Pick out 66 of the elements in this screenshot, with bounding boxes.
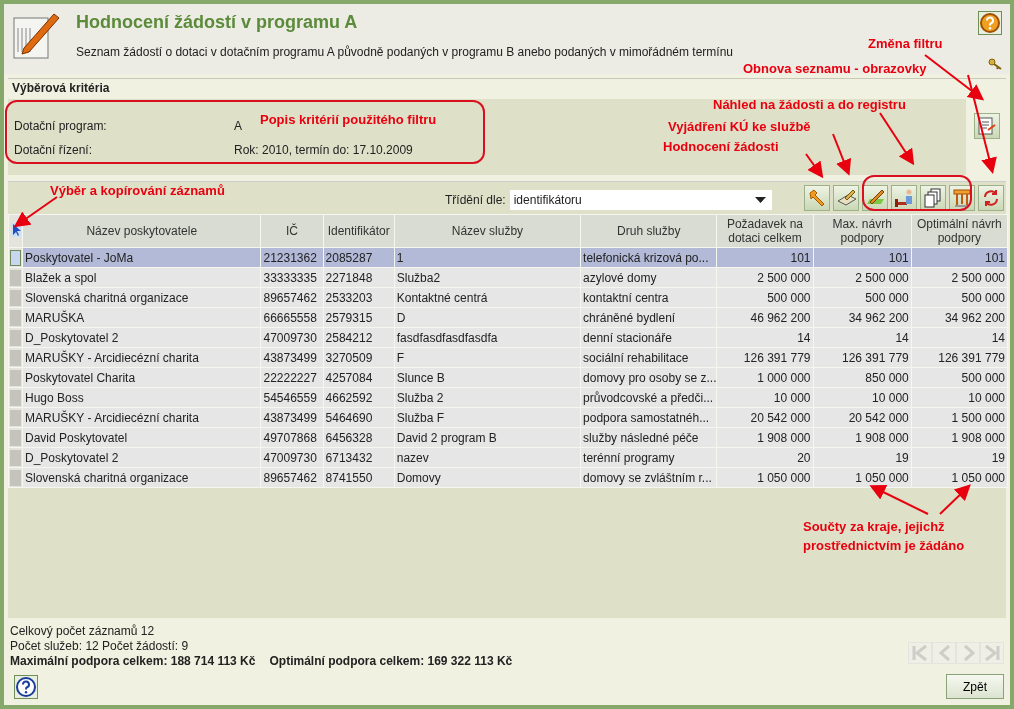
dropdown-icon xyxy=(754,197,766,203)
back-button[interactable]: Zpět xyxy=(946,674,1004,699)
row-selector[interactable] xyxy=(10,389,21,406)
annotation-text: Součty za kraje, jejichž xyxy=(803,519,945,534)
help-icon[interactable] xyxy=(14,674,38,699)
summary-text: Celkový počet záznamů 12 xyxy=(10,624,156,638)
toolbar-button[interactable] xyxy=(891,185,917,211)
annotation-arrow xyxy=(805,153,824,179)
column-header[interactable]: Max. návrh podpory xyxy=(813,214,912,248)
row-selector[interactable] xyxy=(10,329,21,346)
annotation-arrow xyxy=(879,112,915,166)
total-text: Optimální podpora celkem: 169 322 113 Kč xyxy=(269,654,513,668)
row-selector[interactable] xyxy=(10,269,21,286)
annotation-text: Popis kritérií použitého filtru xyxy=(260,112,437,127)
row-selector[interactable] xyxy=(10,249,21,266)
annotation-text: Obnova seznamu - obrazovky xyxy=(743,61,927,76)
row-selector[interactable] xyxy=(10,449,21,466)
annotation-text: Hodnocení žádosti xyxy=(663,139,779,154)
annotation-arrow xyxy=(939,484,971,515)
annotation-text: Výběr a kopírování záznamů xyxy=(50,183,225,198)
column-header[interactable]: IČ xyxy=(261,214,324,248)
documents-icon xyxy=(922,187,944,209)
annotation-text: Náhled na žádosti a do registru xyxy=(713,97,906,112)
toolbar-button[interactable] xyxy=(862,185,888,211)
filter-button[interactable] xyxy=(974,113,1000,139)
summary-text: Počet služeb: 12 Počet žádostí: 9 xyxy=(10,639,190,653)
criteria-label: Dotační řízení: xyxy=(14,143,94,157)
total-text: Maximální podpora celkem: 188 714 113 Kč xyxy=(10,654,256,668)
row-selector[interactable] xyxy=(10,429,21,446)
criteria-label: Dotační program: xyxy=(14,119,108,133)
column-header[interactable]: Název služby xyxy=(394,214,581,248)
column-header[interactable]: Požadavek na dotaci celkem xyxy=(716,214,814,248)
column-header[interactable]: Druh služby xyxy=(580,214,717,248)
page-title: Hodnocení žádostí v programu A xyxy=(76,12,359,33)
row-selector[interactable] xyxy=(10,469,21,486)
column-header[interactable]: Název poskytovatele xyxy=(22,214,261,248)
annotation-arrow xyxy=(869,485,929,515)
row-selector[interactable] xyxy=(10,369,21,386)
page-subtitle: Seznam žádostí o dotaci v dotačním programu A původně podaných v programu B anebo podaných v mimořádném termínu xyxy=(76,45,735,59)
annotation-text: Změna filtru xyxy=(868,36,943,51)
annotation-arrow xyxy=(832,133,852,176)
annotation-text: prostřednictvím je žádáno xyxy=(803,538,965,553)
annotation-text: Vyjádření KÚ ke službě xyxy=(668,119,811,134)
annotation-arrow xyxy=(13,196,58,228)
row-selector[interactable] xyxy=(10,309,21,326)
criteria-value: A xyxy=(234,119,242,133)
toolbar-button[interactable] xyxy=(978,185,1004,211)
last-page-icon xyxy=(983,644,1001,662)
stool-icon xyxy=(951,187,973,209)
sort-select[interactable]: identifikátoru xyxy=(509,190,772,210)
column-header[interactable]: Identifikátor xyxy=(323,214,395,248)
first-page-icon xyxy=(911,644,929,662)
toolbar-button[interactable] xyxy=(949,185,975,211)
cursor-icon xyxy=(10,222,21,237)
row-selector[interactable] xyxy=(10,289,21,306)
criteria-value: Rok: 2010, termín do: 17.10.2009 xyxy=(234,143,413,157)
section-legend: Výběrová kritéria xyxy=(12,81,1006,95)
column-header[interactable]: Optimální návrh podpory xyxy=(911,214,1008,248)
person-bed-icon xyxy=(893,187,915,209)
sort-label: Třídění dle: xyxy=(445,193,506,207)
row-selector[interactable] xyxy=(10,349,21,366)
help-icon[interactable] xyxy=(978,11,1002,35)
row-selector[interactable] xyxy=(10,409,21,426)
filter-edit-icon xyxy=(977,116,997,136)
key-icon xyxy=(988,58,1002,70)
toolbar-button[interactable] xyxy=(920,185,946,211)
